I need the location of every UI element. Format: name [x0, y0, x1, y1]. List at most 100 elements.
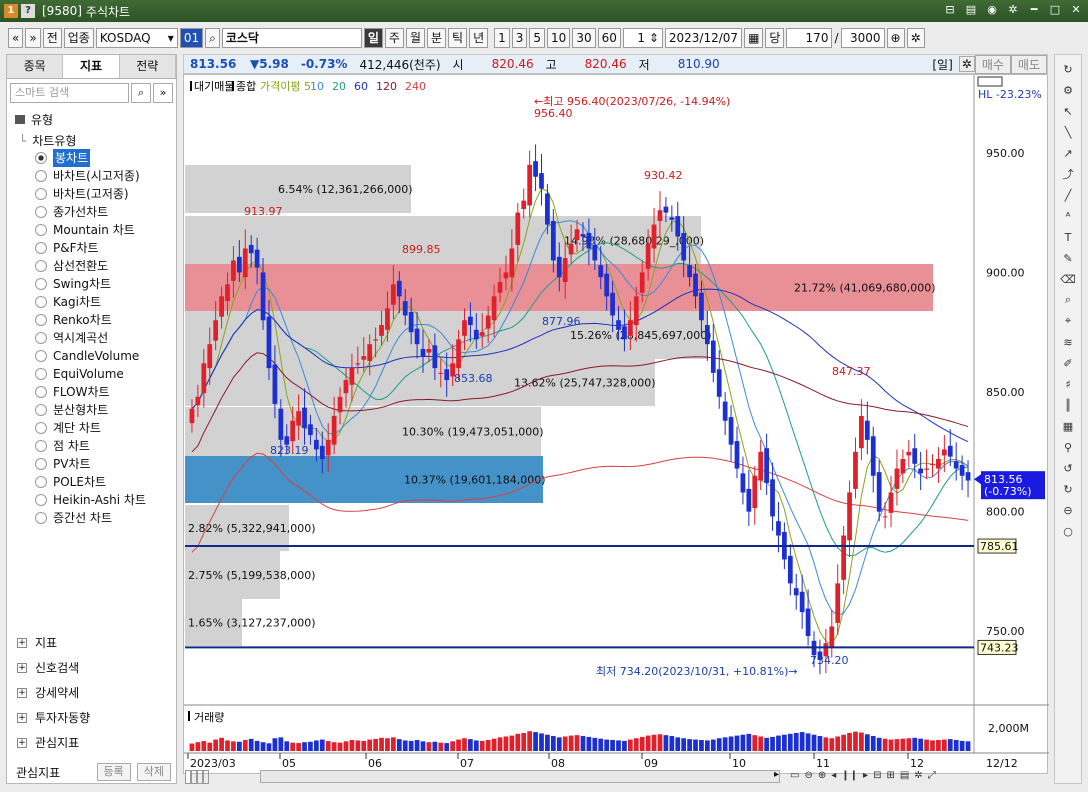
- chart-type-header[interactable]: └ 차트유형: [7, 132, 176, 149]
- gear-icon[interactable]: ✲: [906, 28, 925, 48]
- slider-icon[interactable]: ▭: [790, 770, 799, 784]
- trend-icon[interactable]: ⤴: [1055, 164, 1081, 184]
- next-button[interactable]: »: [25, 28, 41, 48]
- chart-type-item[interactable]: 삼선전환도: [7, 257, 176, 275]
- grid-icon[interactable]: ▦: [1055, 416, 1081, 436]
- zoom-in-icon[interactable]: ⊕: [818, 770, 826, 784]
- play-icon[interactable]: ▸: [863, 770, 868, 784]
- chart-type-item[interactable]: 종가선차트: [7, 203, 176, 221]
- radio-icon[interactable]: [35, 188, 47, 200]
- period-month[interactable]: 월: [405, 28, 425, 48]
- radio-icon[interactable]: [35, 278, 47, 290]
- group-indicator[interactable]: + 지표: [7, 630, 176, 655]
- circle-icon[interactable]: ○: [1055, 521, 1081, 541]
- chart-type-item[interactable]: Kagi차트: [7, 293, 176, 311]
- period-minute[interactable]: 분: [426, 28, 447, 48]
- radio-icon[interactable]: [35, 368, 47, 380]
- interval-3[interactable]: 3: [511, 28, 528, 48]
- radio-icon[interactable]: [35, 422, 47, 434]
- gear-icon[interactable]: ✲: [958, 56, 975, 72]
- settings-icon[interactable]: ⚙: [1055, 80, 1081, 100]
- radio-icon[interactable]: [35, 152, 47, 164]
- price-chart[interactable]: 대기매물 종합 가격이평 5 10 20 60 120 240HL -23.23%6.54% …: [184, 75, 1049, 775]
- text-icon[interactable]: T: [1055, 227, 1081, 247]
- prev-button[interactable]: «: [8, 28, 24, 48]
- count-field[interactable]: 170: [786, 28, 833, 48]
- zoom-out-icon[interactable]: ⊖: [804, 770, 812, 784]
- diagonal-icon[interactable]: ╱: [1055, 185, 1081, 205]
- radio-icon[interactable]: [35, 440, 47, 452]
- radio-icon[interactable]: [35, 476, 47, 488]
- paint-icon[interactable]: ✎: [1055, 248, 1081, 268]
- interval-10[interactable]: 10: [547, 28, 571, 48]
- chart-type-item[interactable]: 바차트(고저종): [7, 185, 176, 203]
- calendar-icon[interactable]: ▦: [744, 28, 764, 48]
- chevron-down-icon[interactable]: »: [153, 83, 173, 103]
- search-icon[interactable]: ⌕: [131, 83, 151, 103]
- radio-icon[interactable]: [35, 494, 47, 506]
- chart-type-item[interactable]: 분산형차트: [7, 401, 176, 419]
- group-signal[interactable]: + 신호검색: [7, 655, 176, 680]
- chart-type-item[interactable]: 역시계곡선: [7, 329, 176, 347]
- radio-icon[interactable]: [35, 170, 47, 182]
- buy-button[interactable]: 매수: [974, 54, 1011, 74]
- eraser-icon[interactable]: ⌫: [1055, 269, 1081, 289]
- radio-icon[interactable]: [35, 404, 47, 416]
- chart-type-item[interactable]: POLE차트: [7, 473, 176, 491]
- radio-icon[interactable]: [35, 206, 47, 218]
- interval-spinner[interactable]: 1 ⇕: [622, 28, 663, 48]
- settings-icon[interactable]: ✲: [914, 770, 922, 784]
- scroll-right-icon[interactable]: ▸: [774, 769, 779, 780]
- chart-type-item[interactable]: P&F차트: [7, 239, 176, 257]
- ray-icon[interactable]: ↗: [1055, 143, 1081, 163]
- cursor-icon[interactable]: ↖: [1055, 101, 1081, 121]
- table-icon[interactable]: ▤: [900, 770, 909, 784]
- smart-search-input[interactable]: 스마트 검색: [10, 83, 129, 103]
- pen-icon[interactable]: ✐: [1055, 353, 1081, 373]
- chart-type-item[interactable]: 증간선 차트: [7, 509, 176, 527]
- auto-icon[interactable]: ᴬ: [1055, 206, 1081, 226]
- group-type[interactable]: 유형: [7, 107, 176, 132]
- radio-icon[interactable]: [35, 260, 47, 272]
- delete-button[interactable]: 삭제: [136, 763, 171, 781]
- interval-5[interactable]: 5: [529, 28, 546, 48]
- chart-type-item[interactable]: 바차트(시고저종): [7, 167, 176, 185]
- horizontal-scrollbar[interactable]: ▸: [260, 769, 780, 783]
- parallel-icon[interactable]: ║: [1055, 395, 1081, 415]
- dang-button[interactable]: 당: [765, 28, 785, 48]
- pin-icon[interactable]: ⚲: [1055, 437, 1081, 457]
- refresh-icon[interactable]: ↻: [1055, 59, 1081, 79]
- chart-area[interactable]: 대기매물 종합 가격이평 5 10 20 60 120 240 HL -23.23% 6.54% …: [183, 74, 1049, 775]
- group-strength[interactable]: + 강세약세: [7, 680, 176, 705]
- period-year[interactable]: 년: [469, 28, 489, 48]
- redo-icon[interactable]: ↻: [1055, 479, 1081, 499]
- fib-icon[interactable]: ≋: [1055, 332, 1081, 352]
- chart-type-item[interactable]: Mountain 차트: [7, 221, 176, 239]
- jeon-button[interactable]: 전: [42, 28, 62, 48]
- radio-icon[interactable]: [35, 386, 47, 398]
- stock-name-field[interactable]: 코스닥: [221, 28, 362, 48]
- group-investor[interactable]: + 투자자동향: [7, 705, 176, 730]
- layout-icon[interactable]: ⊟: [873, 770, 881, 784]
- magnet-icon[interactable]: ⌖: [1055, 311, 1081, 331]
- undo-icon[interactable]: ↺: [1055, 458, 1081, 478]
- chart-type-item[interactable]: PV차트: [7, 455, 176, 473]
- zoom-out-icon[interactable]: ⊖: [1055, 500, 1081, 520]
- chart-type-item[interactable]: Heikin-Ashi 차트: [7, 491, 176, 509]
- radio-icon[interactable]: [35, 242, 47, 254]
- grid-icon[interactable]: ⊞: [886, 770, 894, 784]
- chart-type-item[interactable]: 점 차트: [7, 437, 176, 455]
- tab-stock[interactable]: 종목: [7, 55, 64, 78]
- radio-icon[interactable]: [35, 458, 47, 470]
- tab-indicator[interactable]: 지표: [63, 55, 120, 78]
- line-icon[interactable]: ╲: [1055, 122, 1081, 142]
- settings-icon[interactable]: ✲: [1005, 2, 1021, 18]
- radio-icon[interactable]: [35, 314, 47, 326]
- maximize-icon[interactable]: □: [1047, 2, 1063, 18]
- interval-1[interactable]: 1: [494, 28, 510, 48]
- zoom-in-icon[interactable]: ⊕: [886, 28, 905, 48]
- expand-icon[interactable]: ⤢: [928, 770, 936, 784]
- camera-icon[interactable]: ◉: [984, 2, 1000, 18]
- date-field[interactable]: 2023/12/07: [664, 28, 743, 48]
- radio-icon[interactable]: [35, 332, 47, 344]
